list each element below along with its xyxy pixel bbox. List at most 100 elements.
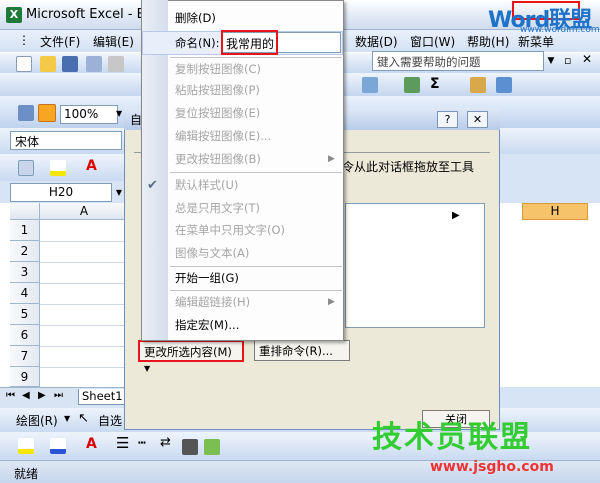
undo-icon[interactable] <box>362 77 378 93</box>
sheet-tab-sheet1[interactable]: Sheet1 <box>78 389 128 405</box>
menu-item-assign-macro[interactable]: 指定宏(M)... <box>175 315 239 336</box>
worksheet-grid-right[interactable] <box>500 203 600 387</box>
row-header[interactable]: 9 <box>10 367 40 387</box>
row-header[interactable]: 4 <box>10 283 40 304</box>
row-header[interactable]: 1 <box>10 220 40 241</box>
autoshapes-menu[interactable]: 自选 <box>98 412 122 429</box>
tab-first-icon[interactable]: ⏮ <box>6 390 15 401</box>
modify-selection-button[interactable]: 更改所选内容(M) ▼ <box>138 340 244 373</box>
menu-separator <box>170 290 342 291</box>
name-input-highlight <box>221 30 278 55</box>
menu-item-edit-hyperlink[interactable]: 编辑超链接(H) <box>175 292 250 313</box>
excel-icon: X <box>6 7 22 23</box>
hyperlink-icon[interactable] <box>404 77 420 93</box>
close-icon[interactable]: ✕ <box>467 111 488 128</box>
column-header-h[interactable]: H <box>522 203 588 220</box>
dash-style-icon[interactable]: ┅ <box>138 436 146 451</box>
fill-color-icon[interactable] <box>50 160 66 176</box>
zoom-select[interactable]: 100% <box>60 105 118 124</box>
menu-item-reset-image[interactable]: 复位按钮图像(E) <box>175 103 260 124</box>
chart-icon[interactable] <box>18 105 34 121</box>
chevron-down-icon[interactable]: ▼ <box>544 51 558 71</box>
chevron-down-icon: ▼ <box>144 364 151 373</box>
font-color-icon[interactable]: A <box>86 158 97 174</box>
grid-line <box>40 241 128 242</box>
menu-edit[interactable]: 编辑(E) <box>93 33 134 50</box>
borders-icon[interactable] <box>18 160 34 176</box>
save-icon[interactable] <box>62 56 78 72</box>
arrow-style-icon[interactable]: ⇄ <box>160 435 171 450</box>
shadow-style-icon[interactable] <box>182 439 198 455</box>
line-color-icon[interactable] <box>50 438 66 454</box>
menu-separator <box>170 266 342 267</box>
menu-separator <box>170 57 342 58</box>
row-header[interactable]: 6 <box>10 325 40 346</box>
watermark-bottom-url: www.jsgho.com <box>430 459 554 475</box>
line-style-icon[interactable]: ☰ <box>116 434 129 452</box>
open-folder-icon[interactable] <box>40 56 56 72</box>
row-header[interactable]: 2 <box>10 241 40 262</box>
commands-list[interactable] <box>345 203 485 328</box>
help-search-input[interactable]: 键入需要帮助的问题 <box>372 51 544 71</box>
font-color-icon[interactable]: A <box>86 436 97 452</box>
menu-data[interactable]: 数据(D) <box>355 33 398 50</box>
row-header[interactable]: 3 <box>10 262 40 283</box>
draw-menu[interactable]: 绘图(R) <box>16 412 58 429</box>
window-title: Microsoft Excel - Bo <box>26 7 154 22</box>
menu-separator <box>170 172 342 173</box>
help-icon[interactable]: ? <box>437 111 458 128</box>
dialog-instruction: 令从此对话框拖放至工具 <box>342 160 475 174</box>
menu-item-default-style[interactable]: 默认样式(U) <box>175 175 238 196</box>
select-pointer-icon[interactable]: ↖ <box>78 411 89 426</box>
close-icon[interactable]: ✕ <box>582 52 592 66</box>
menu-item-delete[interactable]: 删除(D) <box>175 8 216 29</box>
autosum-icon[interactable]: Σ <box>430 76 440 92</box>
menu-item-image-and-text[interactable]: 图像与文本(A) <box>175 243 249 264</box>
tab-last-icon[interactable]: ⏭ <box>54 390 63 401</box>
menu-file[interactable]: 文件(F) <box>40 33 80 50</box>
name-box[interactable]: H20 <box>10 183 112 202</box>
drawing-icon[interactable] <box>38 104 56 122</box>
grid-line <box>40 304 128 305</box>
status-text: 就绪 <box>14 467 39 481</box>
menu-window[interactable]: 窗口(W) <box>410 33 455 50</box>
permission-icon[interactable] <box>86 56 102 72</box>
grid-line <box>40 262 128 263</box>
fill-color-icon[interactable] <box>18 438 34 454</box>
new-file-icon[interactable] <box>16 56 32 72</box>
menu-item-change-image[interactable]: 更改按钮图像(B) <box>175 149 261 170</box>
submenu-arrow-icon: ▶ <box>452 210 460 221</box>
chevron-down-icon[interactable]: ▼ <box>64 414 70 423</box>
sort-icon[interactable] <box>470 77 486 93</box>
menu-grip-icon: ⋮ <box>18 33 30 47</box>
chart-wizard-icon[interactable] <box>496 77 512 93</box>
grid-line <box>40 346 128 347</box>
menu-item-text-only-menus[interactable]: 在菜单中只用文字(O) <box>175 220 285 241</box>
row-header[interactable]: 5 <box>10 304 40 325</box>
watermark-bottom: 技术员联盟 <box>372 420 532 455</box>
name-label: 命名(N): <box>175 36 220 50</box>
font-select[interactable]: 宋体 <box>10 131 122 150</box>
row-header[interactable]: 7 <box>10 346 40 367</box>
menu-item-edit-image[interactable]: 编辑按钮图像(E)... <box>175 126 271 147</box>
submenu-arrow-icon: ▶ <box>328 297 335 307</box>
rearrange-commands-button[interactable]: 重排命令(R)... <box>254 340 350 361</box>
menu-item-paste-image[interactable]: 粘贴按钮图像(P) <box>175 80 260 101</box>
3d-style-icon[interactable] <box>204 439 220 455</box>
color-toolbar: A <box>0 154 130 181</box>
chevron-down-icon[interactable]: ▼ <box>116 109 122 118</box>
menu-item-begin-group[interactable]: 开始一组(G) <box>175 268 239 289</box>
tab-next-icon[interactable]: ▶ <box>38 390 46 401</box>
watermark-top-url: www.wordlm.com <box>520 25 600 35</box>
menu-item-copy-image[interactable]: 复制按钮图像(C) <box>175 59 261 80</box>
menu-help[interactable]: 帮助(H) <box>467 33 509 50</box>
print-icon[interactable] <box>108 56 124 72</box>
restore-icon[interactable]: ▫ <box>564 54 571 67</box>
column-header-a[interactable]: A <box>40 203 128 220</box>
select-all-corner[interactable] <box>10 203 40 220</box>
menu-new-menu[interactable]: 新菜单 <box>518 33 554 50</box>
menu-item-text-only-always[interactable]: 总是只用文字(T) <box>175 198 260 219</box>
tab-prev-icon[interactable]: ◀ <box>22 390 30 401</box>
check-icon: ✔ <box>147 178 158 193</box>
modify-selection-label: 更改所选内容(M) <box>144 345 232 359</box>
